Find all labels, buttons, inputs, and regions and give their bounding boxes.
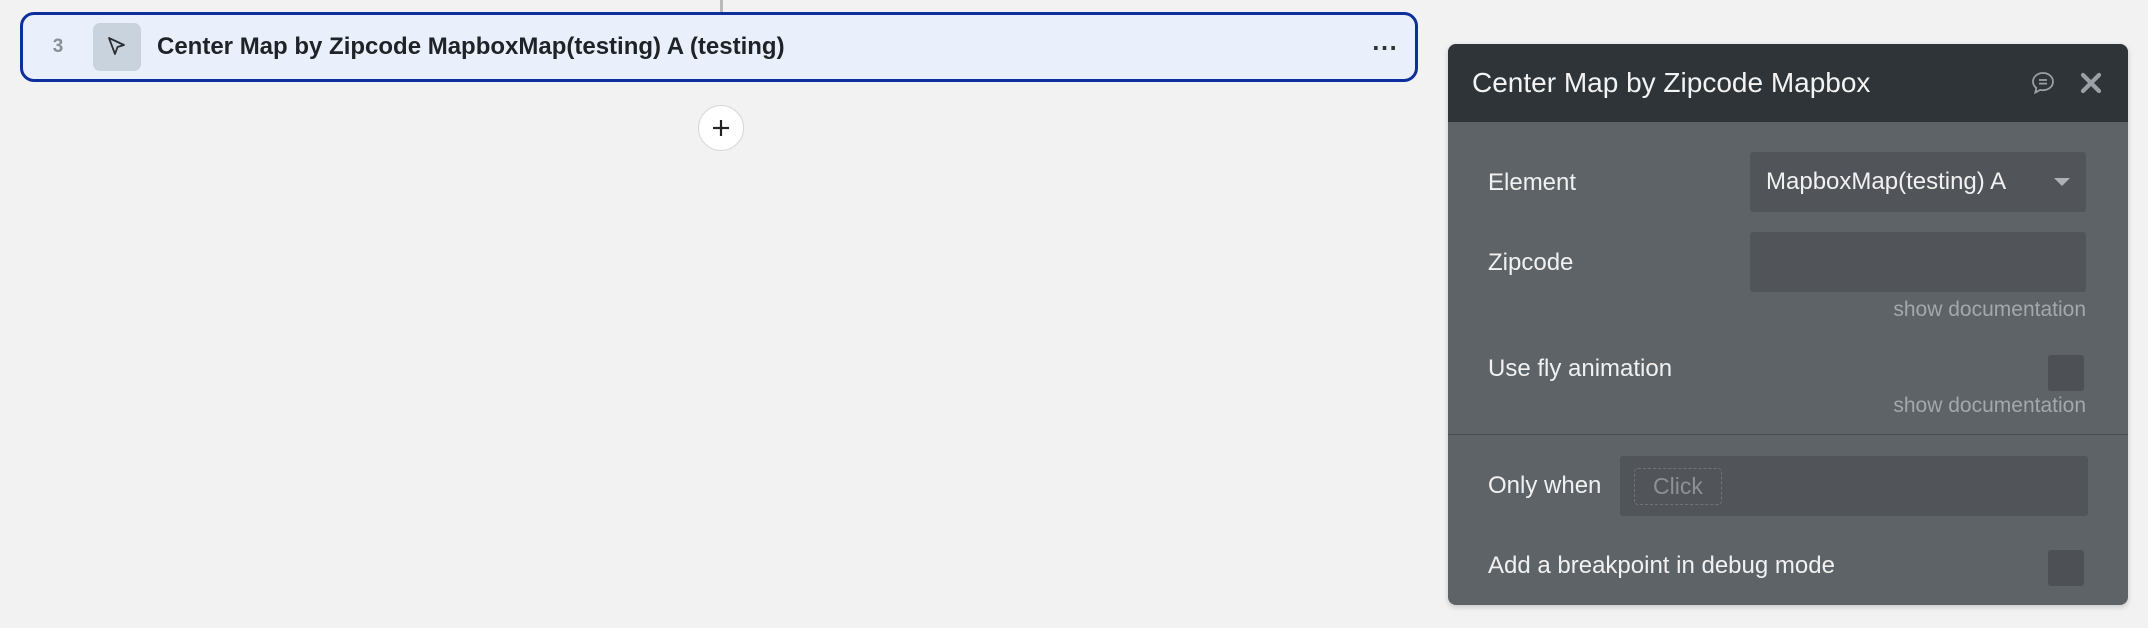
zipcode-show-documentation-link[interactable]: show documentation (1893, 298, 2086, 322)
zipcode-input[interactable] (1750, 232, 2086, 292)
step-title: Center Map by Zipcode MapboxMap(testing)… (157, 33, 785, 60)
panel-title: Center Map by Zipcode Mapbox (1472, 67, 1871, 98)
breakpoint-label: Add a breakpoint in debug mode (1488, 552, 1835, 579)
workflow-step-card[interactable]: 3 Center Map by Zipcode MapboxMap(testin… (20, 12, 1418, 82)
element-label: Element (1488, 169, 1577, 196)
close-icon[interactable] (2078, 70, 2104, 96)
element-dropdown[interactable]: MapboxMap(testing) A (1750, 152, 2086, 212)
panel-divider (1448, 434, 2128, 435)
only-when-label: Only when (1488, 472, 1602, 499)
comment-icon[interactable] (2030, 70, 2056, 96)
fly-animation-show-documentation-link[interactable]: show documentation (1893, 394, 2086, 418)
only-when-condition-input[interactable]: Click (1620, 456, 2088, 516)
element-dropdown-value: MapboxMap(testing) A (1766, 168, 2007, 195)
fly-animation-label: Use fly animation (1488, 355, 1673, 382)
add-step-button[interactable] (698, 105, 744, 151)
chevron-down-icon (2054, 178, 2070, 186)
breakpoint-checkbox[interactable] (2048, 550, 2084, 586)
fly-animation-checkbox[interactable] (2048, 355, 2084, 391)
step-number: 3 (52, 36, 64, 57)
click-placeholder-chip[interactable]: Click (1634, 467, 1722, 505)
panel-header: Center Map by Zipcode Mapbox (1448, 44, 2128, 122)
cursor-arrow-icon (93, 23, 141, 71)
workflow-connector-line (720, 0, 723, 12)
action-property-panel: Center Map by Zipcode Mapbox Element Map… (1448, 44, 2128, 605)
plus-icon (713, 120, 729, 136)
step-more-menu-button[interactable]: ⋯ (1355, 32, 1415, 63)
zipcode-label: Zipcode (1488, 249, 1574, 276)
